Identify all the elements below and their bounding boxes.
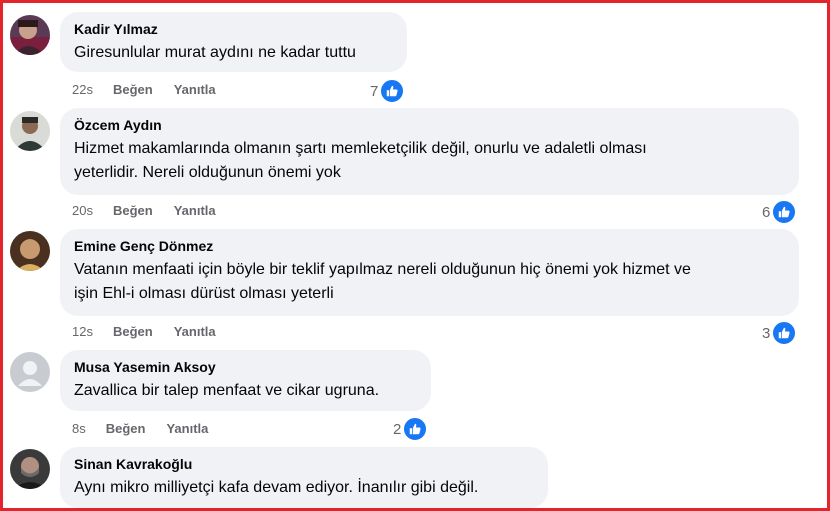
highlight-frame — [0, 0, 830, 511]
